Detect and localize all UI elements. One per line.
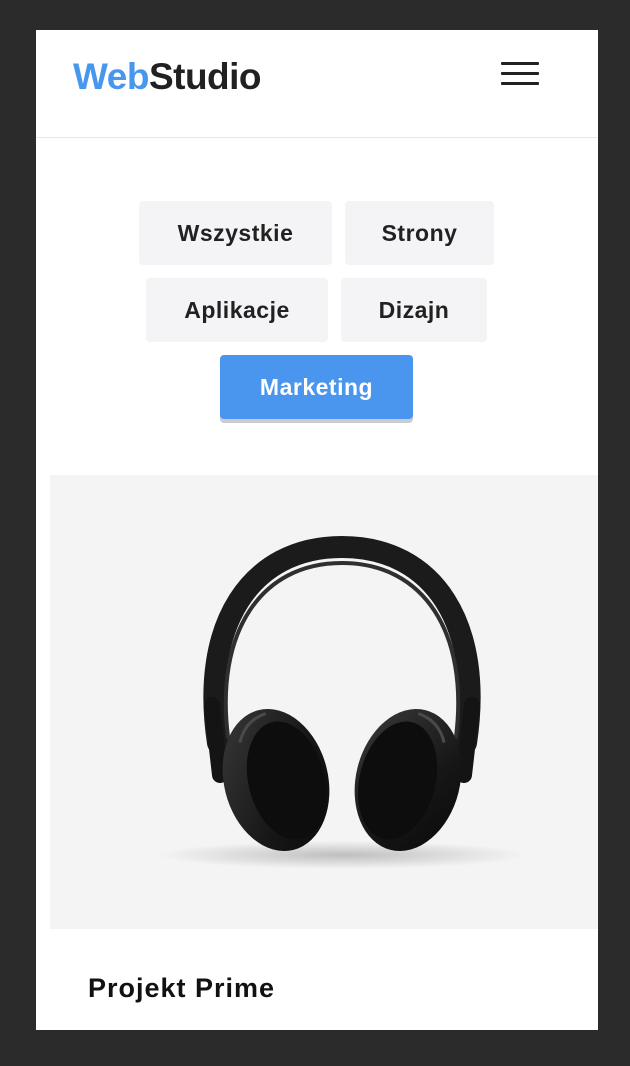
- headphones-icon: [157, 535, 527, 869]
- logo[interactable]: WebStudio: [73, 56, 262, 98]
- logo-main-text: Studio: [148, 56, 262, 97]
- menu-bar: [501, 62, 539, 65]
- filter-button-marketing[interactable]: Marketing: [220, 355, 413, 419]
- filter-button-websites[interactable]: Strony: [345, 201, 494, 265]
- portfolio-card[interactable]: Projekt Prime: [50, 475, 598, 1030]
- portfolio-card-title[interactable]: Projekt Prime: [88, 972, 275, 1004]
- site-header: WebStudio: [36, 30, 598, 138]
- menu-bar: [501, 72, 539, 75]
- filter-button-apps[interactable]: Aplikacje: [146, 278, 328, 342]
- headphones-image[interactable]: [50, 475, 598, 929]
- filter-button-all[interactable]: Wszystkie: [139, 201, 332, 265]
- hamburger-menu-icon[interactable]: [497, 60, 543, 90]
- logo-accent-text: Web: [73, 56, 149, 97]
- filter-button-design[interactable]: Dizajn: [341, 278, 487, 342]
- mobile-viewport: WebStudio Wszystkie Strony Aplikacje Diz…: [36, 30, 598, 1030]
- menu-bar: [501, 82, 539, 85]
